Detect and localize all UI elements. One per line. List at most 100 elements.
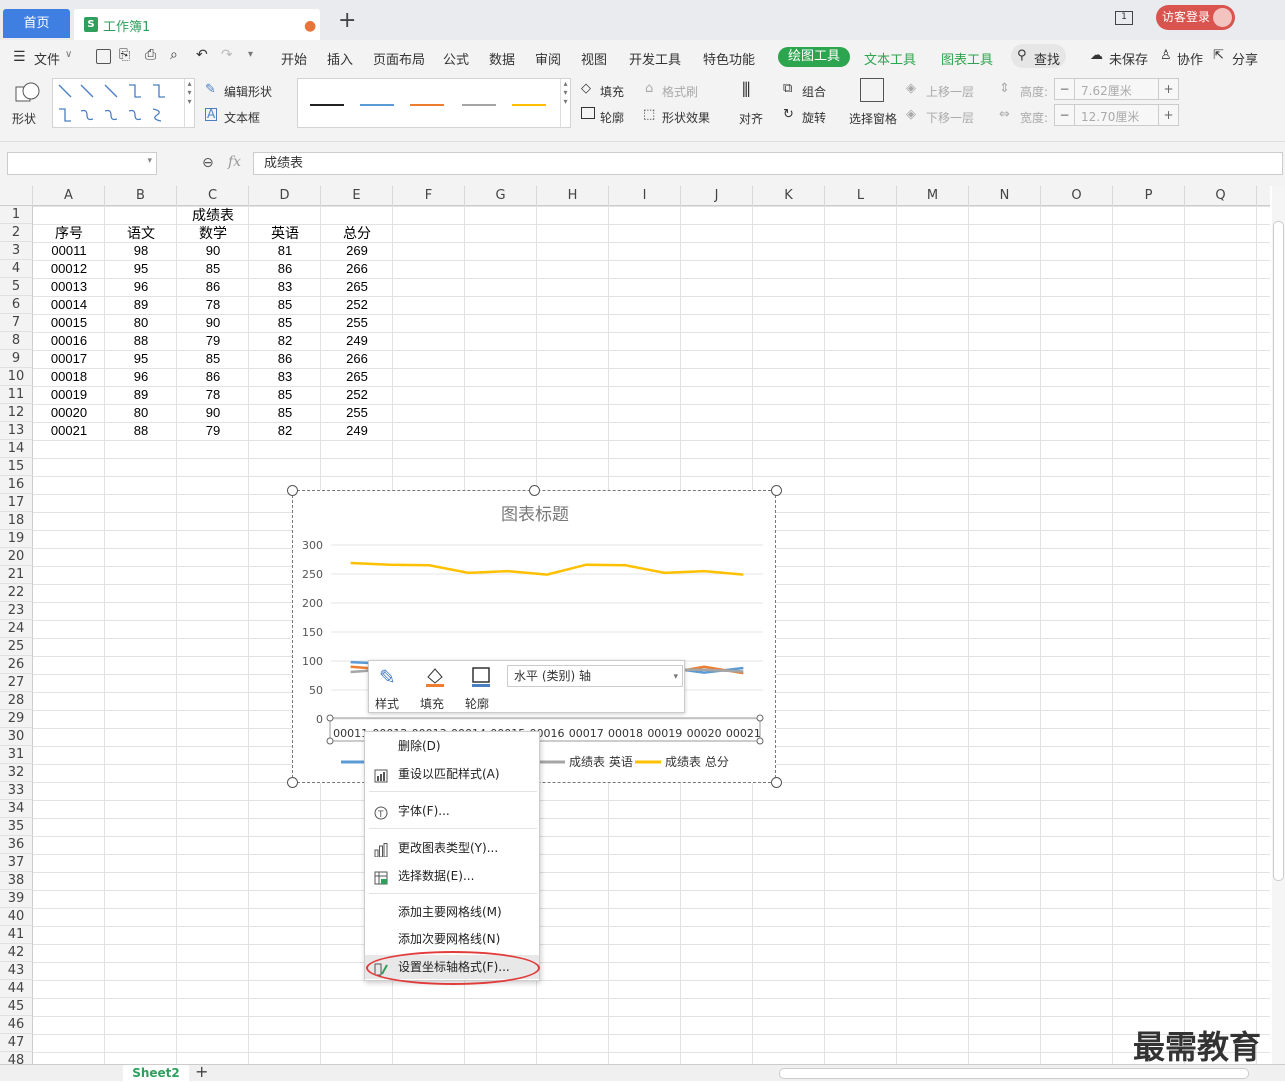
- fill-bucket-icon[interactable]: [424, 665, 446, 687]
- height-plus-button[interactable]: +: [1158, 79, 1178, 99]
- group-button[interactable]: 组合: [802, 83, 826, 100]
- data-cell[interactable]: 00019: [33, 386, 105, 404]
- name-box[interactable]: ▾: [7, 152, 157, 175]
- format-brush-button[interactable]: 格式刷: [662, 83, 698, 100]
- tab-home[interactable]: 首页: [3, 9, 70, 38]
- row-header-30[interactable]: 30: [0, 728, 33, 746]
- row-header-2[interactable]: 2: [0, 224, 33, 242]
- resize-handle-nw[interactable]: [287, 485, 298, 496]
- column-header-e[interactable]: E: [321, 186, 393, 206]
- column-header-p[interactable]: P: [1113, 186, 1185, 206]
- data-cell[interactable]: 82: [249, 332, 321, 350]
- outline-frame-icon[interactable]: [470, 665, 492, 687]
- column-header-a[interactable]: A: [33, 186, 105, 206]
- row-header-1[interactable]: 1: [0, 206, 33, 224]
- data-cell[interactable]: 266: [321, 260, 393, 278]
- column-header-d[interactable]: D: [249, 186, 321, 206]
- row-header-46[interactable]: 46: [0, 1016, 33, 1034]
- chart-element-select[interactable]: 水平 (类别) 轴 ▾: [507, 665, 683, 687]
- fill-button[interactable]: 填充: [600, 83, 624, 100]
- menu-item-add-minor-gridlines[interactable]: 添加次要网格线(N): [365, 927, 539, 951]
- add-sheet-button[interactable]: +: [195, 1062, 208, 1081]
- save-icon[interactable]: [96, 49, 111, 64]
- resize-handle-n[interactable]: [529, 485, 540, 496]
- collab-button[interactable]: 协作: [1177, 49, 1203, 68]
- row-header-16[interactable]: 16: [0, 476, 33, 494]
- sheet-tab-sheet2[interactable]: Sheet2: [123, 1065, 189, 1082]
- preview-icon[interactable]: ⌕: [170, 47, 178, 63]
- data-cell[interactable]: 252: [321, 386, 393, 404]
- row-header-7[interactable]: 7: [0, 314, 33, 332]
- data-cell[interactable]: 78: [177, 386, 249, 404]
- data-cell[interactable]: 249: [321, 422, 393, 440]
- login-button[interactable]: 访客登录: [1156, 5, 1235, 30]
- data-cell[interactable]: 265: [321, 368, 393, 386]
- data-cell[interactable]: 90: [177, 404, 249, 422]
- data-cell[interactable]: 79: [177, 332, 249, 350]
- menu-home[interactable]: 开始: [281, 49, 307, 68]
- row-header-15[interactable]: 15: [0, 458, 33, 476]
- row-header-23[interactable]: 23: [0, 602, 33, 620]
- menu-text-tools[interactable]: 文本工具: [864, 49, 916, 68]
- line-shape-gallery[interactable]: ▴ ▾ ▾: [52, 78, 195, 128]
- column-header-n[interactable]: N: [969, 186, 1041, 206]
- data-cell[interactable]: 00015: [33, 314, 105, 332]
- row-header-44[interactable]: 44: [0, 980, 33, 998]
- row-header-35[interactable]: 35: [0, 818, 33, 836]
- edit-shape-button[interactable]: 编辑形状: [224, 83, 272, 100]
- row-header-10[interactable]: 10: [0, 368, 33, 386]
- print-icon[interactable]: ⎙: [145, 47, 156, 63]
- row-header-41[interactable]: 41: [0, 926, 33, 944]
- send-backward-button[interactable]: 下移一层: [926, 109, 974, 126]
- row-header-11[interactable]: 11: [0, 386, 33, 404]
- window-layout-icon[interactable]: 1: [1115, 11, 1133, 25]
- menu-page-layout[interactable]: 页面布局: [373, 49, 425, 68]
- row-header-17[interactable]: 17: [0, 494, 33, 512]
- data-cell[interactable]: 85: [249, 314, 321, 332]
- data-cell[interactable]: 96: [105, 368, 177, 386]
- data-cell[interactable]: 00012: [33, 260, 105, 278]
- data-cell[interactable]: 85: [249, 296, 321, 314]
- row-header-25[interactable]: 25: [0, 638, 33, 656]
- style-brush-icon[interactable]: ✎: [379, 665, 396, 689]
- row-header-14[interactable]: 14: [0, 440, 33, 458]
- horizontal-scrollbar[interactable]: [779, 1068, 1249, 1079]
- column-header-i[interactable]: I: [609, 186, 681, 206]
- data-cell[interactable]: 266: [321, 350, 393, 368]
- row-header-38[interactable]: 38: [0, 872, 33, 890]
- menu-item-font[interactable]: T 字体(F)...: [365, 799, 539, 823]
- outline-button[interactable]: 轮廓: [600, 109, 624, 126]
- row-header-43[interactable]: 43: [0, 962, 33, 980]
- row-header-27[interactable]: 27: [0, 674, 33, 692]
- textbox-button[interactable]: 文本框: [224, 109, 260, 126]
- data-cell[interactable]: 00016: [33, 332, 105, 350]
- row-header-32[interactable]: 32: [0, 764, 33, 782]
- width-stepper[interactable]: − 12.70厘米 +: [1054, 104, 1179, 126]
- data-cell[interactable]: 81: [249, 242, 321, 260]
- export-icon[interactable]: ⎘: [119, 47, 130, 63]
- menu-file[interactable]: 文件: [34, 49, 60, 68]
- row-header-31[interactable]: 31: [0, 746, 33, 764]
- header-cell[interactable]: 总分: [321, 224, 393, 242]
- unsaved-status[interactable]: 未保存: [1109, 49, 1148, 68]
- data-cell[interactable]: 249: [321, 332, 393, 350]
- row-header-20[interactable]: 20: [0, 548, 33, 566]
- line-style-black[interactable]: [310, 104, 344, 106]
- shape-effect-button[interactable]: 形状效果: [662, 109, 710, 126]
- header-cell[interactable]: 数学: [177, 224, 249, 242]
- name-box-dropdown-icon[interactable]: ▾: [147, 156, 152, 166]
- line-style-orange[interactable]: [410, 104, 444, 106]
- vertical-scroll-thumb[interactable]: [1273, 221, 1284, 881]
- fx-icon[interactable]: fx: [228, 154, 241, 170]
- rotate-button[interactable]: 旋转: [802, 109, 826, 126]
- column-header-c[interactable]: C: [177, 186, 249, 206]
- quick-access-more-icon[interactable]: ▾: [248, 49, 253, 60]
- row-header-13[interactable]: 13: [0, 422, 33, 440]
- undo-icon[interactable]: ↶: [196, 47, 208, 63]
- row-header-28[interactable]: 28: [0, 692, 33, 710]
- data-cell[interactable]: 255: [321, 314, 393, 332]
- bring-forward-button[interactable]: 上移一层: [926, 83, 974, 100]
- resize-handle-sw[interactable]: [287, 777, 298, 788]
- data-cell[interactable]: 95: [105, 260, 177, 278]
- column-header-o[interactable]: O: [1041, 186, 1113, 206]
